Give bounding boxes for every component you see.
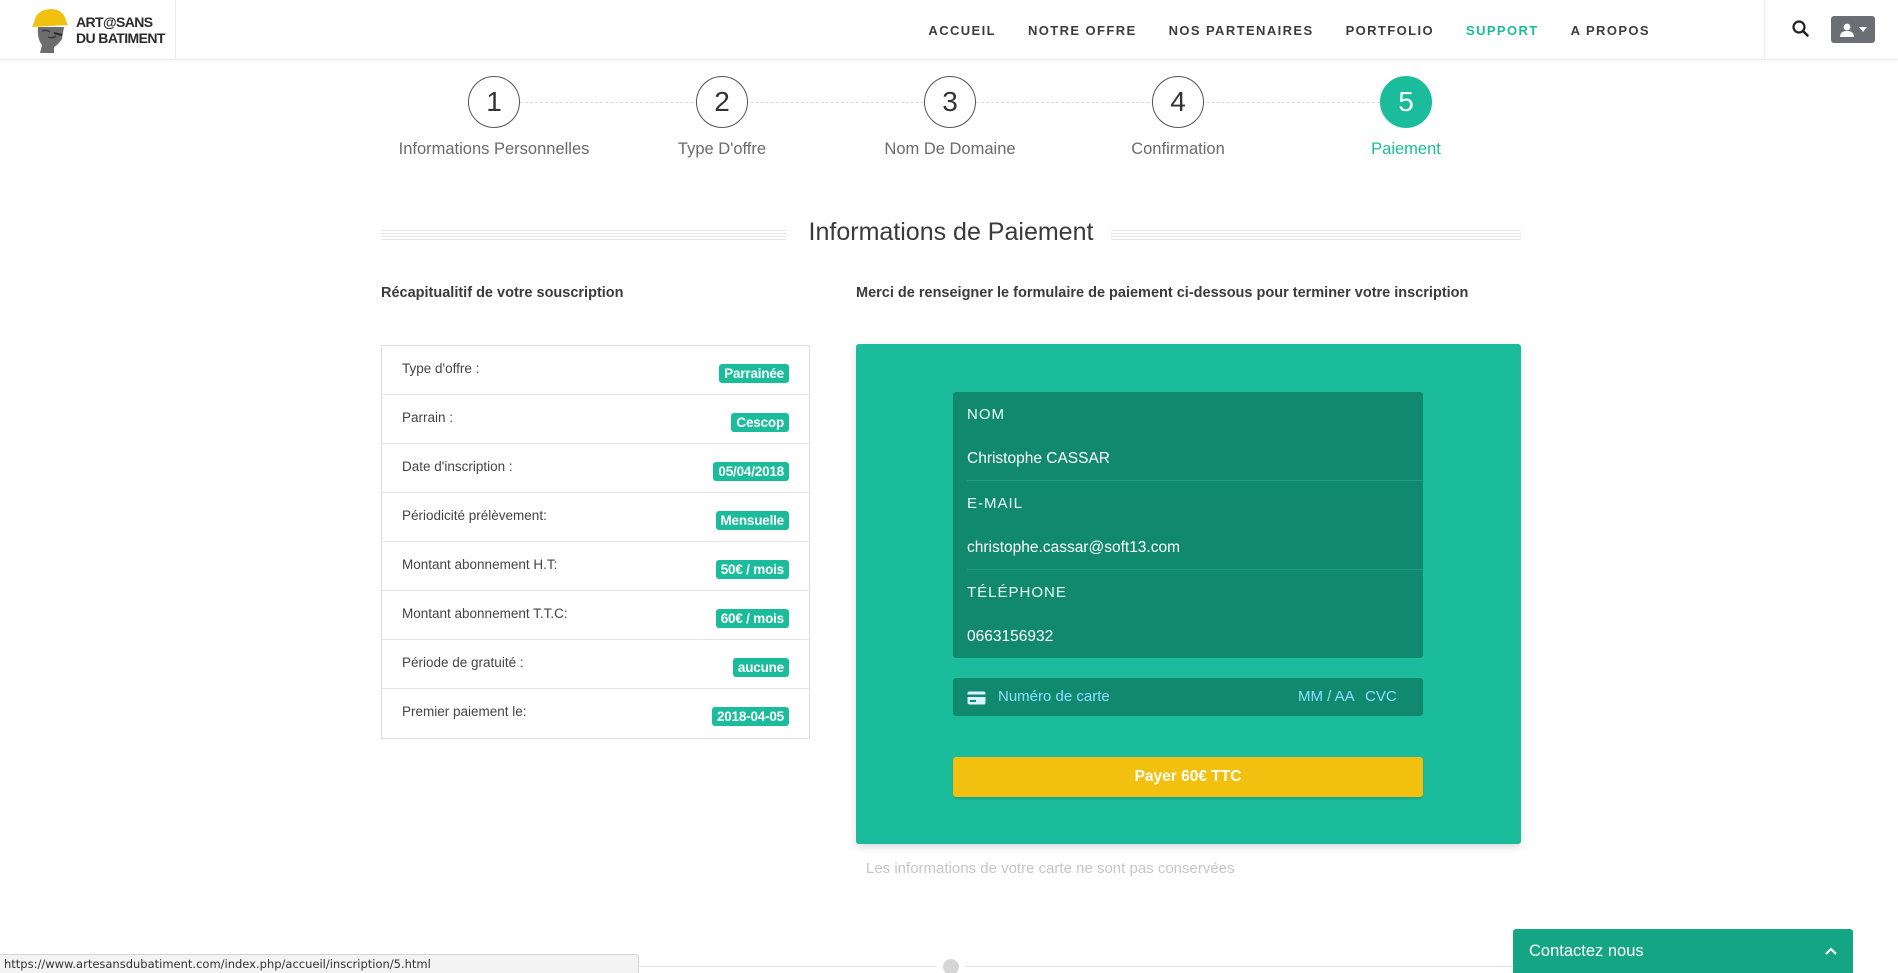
credit-card-icon bbox=[967, 691, 986, 705]
name-field[interactable]: NOM Christophe CASSAR bbox=[967, 392, 1423, 481]
step-number: 5 bbox=[1380, 76, 1432, 128]
logo-helmet-icon bbox=[32, 9, 68, 53]
customer-fields: NOM Christophe CASSAR E-MAIL christophe.… bbox=[953, 392, 1423, 658]
recap-label: Périodicité prélèvement: bbox=[402, 507, 547, 523]
search-icon bbox=[1792, 20, 1809, 37]
contact-label: Contactez nous bbox=[1529, 941, 1644, 960]
recap-value-badge: 50€ / mois bbox=[715, 559, 789, 579]
step-label: Type D'offre bbox=[677, 140, 767, 158]
card-number-input[interactable]: Numéro de carte bbox=[998, 688, 1110, 705]
list-item: Date d'inscription : 05/04/2018 bbox=[382, 444, 809, 493]
nav-a-propos[interactable]: A PROPOS bbox=[1555, 23, 1666, 38]
card-disclaimer: Les informations de votre carte ne sont … bbox=[866, 860, 1235, 877]
top-header: ART@SANS DU BATIMENT ACCUEIL NOTRE OFFRE… bbox=[0, 0, 1898, 60]
step-number: 1 bbox=[468, 76, 520, 128]
payment-panel: NOM Christophe CASSAR E-MAIL christophe.… bbox=[856, 344, 1521, 844]
footer-dot bbox=[943, 959, 959, 973]
nav-accueil[interactable]: ACCUEIL bbox=[912, 23, 1012, 38]
recap-label: Type d'offre : bbox=[402, 360, 480, 376]
pay-button[interactable]: Payer 60€ TTC bbox=[953, 757, 1423, 797]
field-label: NOM bbox=[967, 406, 1005, 423]
nav-portfolio[interactable]: PORTFOLIO bbox=[1330, 23, 1450, 38]
search-button[interactable] bbox=[1790, 18, 1812, 40]
nav-notre-offre[interactable]: NOTRE OFFRE bbox=[1012, 23, 1153, 38]
logo-line-1: ART@SANS bbox=[76, 14, 153, 30]
recap-value-badge: 60€ / mois bbox=[715, 608, 789, 628]
recap-label: Montant abonnement H.T: bbox=[402, 556, 558, 572]
contact-widget[interactable]: Contactez nous bbox=[1513, 929, 1853, 973]
recap-value-badge: Cescop bbox=[731, 412, 789, 432]
field-label: TÉLÉPHONE bbox=[967, 584, 1067, 601]
recap-label: Date d'inscription : bbox=[402, 458, 513, 474]
step-label: Informations Personnelles bbox=[398, 140, 590, 158]
main-nav: ACCUEIL NOTRE OFFRE NOS PARTENAIRES PORT… bbox=[912, 0, 1666, 60]
list-item: Périodicité prélèvement: Mensuelle bbox=[382, 493, 809, 542]
phone-field[interactable]: TÉLÉPHONE 0663156932 bbox=[967, 570, 1423, 659]
card-cvc-input[interactable]: CVC bbox=[1365, 688, 1397, 705]
step-2[interactable]: 2 Type D'offre bbox=[608, 76, 836, 159]
step-number: 4 bbox=[1152, 76, 1204, 128]
card-expiry-input[interactable]: MM / AA bbox=[1298, 688, 1355, 705]
section-title-block: Informations de Paiement bbox=[381, 218, 1521, 254]
caret-down-icon bbox=[1859, 27, 1867, 32]
field-value: 0663156932 bbox=[967, 628, 1054, 645]
recap-value-badge: aucune bbox=[732, 657, 789, 677]
list-item: Premier paiement le: 2018-04-05 bbox=[382, 689, 809, 738]
step-1[interactable]: 1 Informations Personnelles bbox=[380, 76, 608, 159]
email-field[interactable]: E-MAIL christophe.cassar@soft13.com bbox=[967, 481, 1423, 570]
list-item: Montant abonnement T.T.C: 60€ / mois bbox=[382, 591, 809, 640]
recap-label: Période de gratuité : bbox=[402, 654, 524, 670]
user-icon bbox=[1840, 23, 1854, 37]
logo-line-2: DU BATIMENT bbox=[76, 30, 165, 46]
list-item: Type d'offre : Parrainée bbox=[382, 346, 809, 395]
wizard-steps: 1 Informations Personnelles 2 Type D'off… bbox=[380, 76, 1520, 166]
user-menu-button[interactable] bbox=[1831, 16, 1875, 43]
step-label: Nom De Domaine bbox=[884, 140, 1016, 158]
browser-status-url: https://www.artesansdubatiment.com/index… bbox=[0, 954, 639, 973]
step-5[interactable]: 5 Paiement bbox=[1292, 76, 1520, 159]
header-divider bbox=[1764, 0, 1765, 60]
recap-value-badge: Parrainée bbox=[719, 363, 789, 383]
step-3[interactable]: 3 Nom De Domaine bbox=[836, 76, 1064, 159]
field-label: E-MAIL bbox=[967, 495, 1024, 512]
step-4[interactable]: 4 Confirmation bbox=[1064, 76, 1292, 159]
chevron-up-icon[interactable] bbox=[1825, 947, 1837, 955]
step-number: 3 bbox=[924, 76, 976, 128]
recap-label: Montant abonnement T.T.C: bbox=[402, 605, 568, 621]
step-label: Confirmation bbox=[1131, 140, 1225, 158]
payment-intro: Merci de renseigner le formulaire de pai… bbox=[856, 285, 1469, 301]
card-input[interactable]: Numéro de carte MM / AA CVC bbox=[953, 678, 1423, 716]
step-label: Paiement bbox=[1371, 140, 1441, 158]
recap-label: Parrain : bbox=[402, 409, 454, 425]
recap-value-badge: Mensuelle bbox=[715, 510, 789, 530]
recap-label: Premier paiement le: bbox=[402, 704, 527, 719]
recap-value-badge: 05/04/2018 bbox=[713, 461, 789, 481]
site-logo[interactable]: ART@SANS DU BATIMENT bbox=[28, 4, 174, 56]
list-item: Montant abonnement H.T: 50€ / mois bbox=[382, 542, 809, 591]
field-value: Christophe CASSAR bbox=[967, 450, 1111, 467]
nav-nos-partenaires[interactable]: NOS PARTENAIRES bbox=[1153, 23, 1330, 38]
field-value: christophe.cassar@soft13.com bbox=[967, 539, 1181, 556]
recap-list: Type d'offre : Parrainée Parrain : Cescop … bbox=[381, 345, 810, 739]
page-title: Informations de Paiement bbox=[808, 218, 1094, 246]
footer-divider-right bbox=[965, 966, 1521, 967]
nav-support[interactable]: SUPPORT bbox=[1450, 23, 1555, 38]
logo-divider bbox=[175, 0, 176, 60]
logo-text: ART@SANS DU BATIMENT bbox=[76, 14, 165, 46]
recap-title: Récapitualitif de votre souscription bbox=[381, 285, 624, 301]
list-item: Période de gratuité : aucune bbox=[382, 640, 809, 689]
step-number: 2 bbox=[696, 76, 748, 128]
list-item: Parrain : Cescop bbox=[382, 395, 809, 444]
recap-value-badge: 2018-04-05 bbox=[711, 707, 789, 726]
